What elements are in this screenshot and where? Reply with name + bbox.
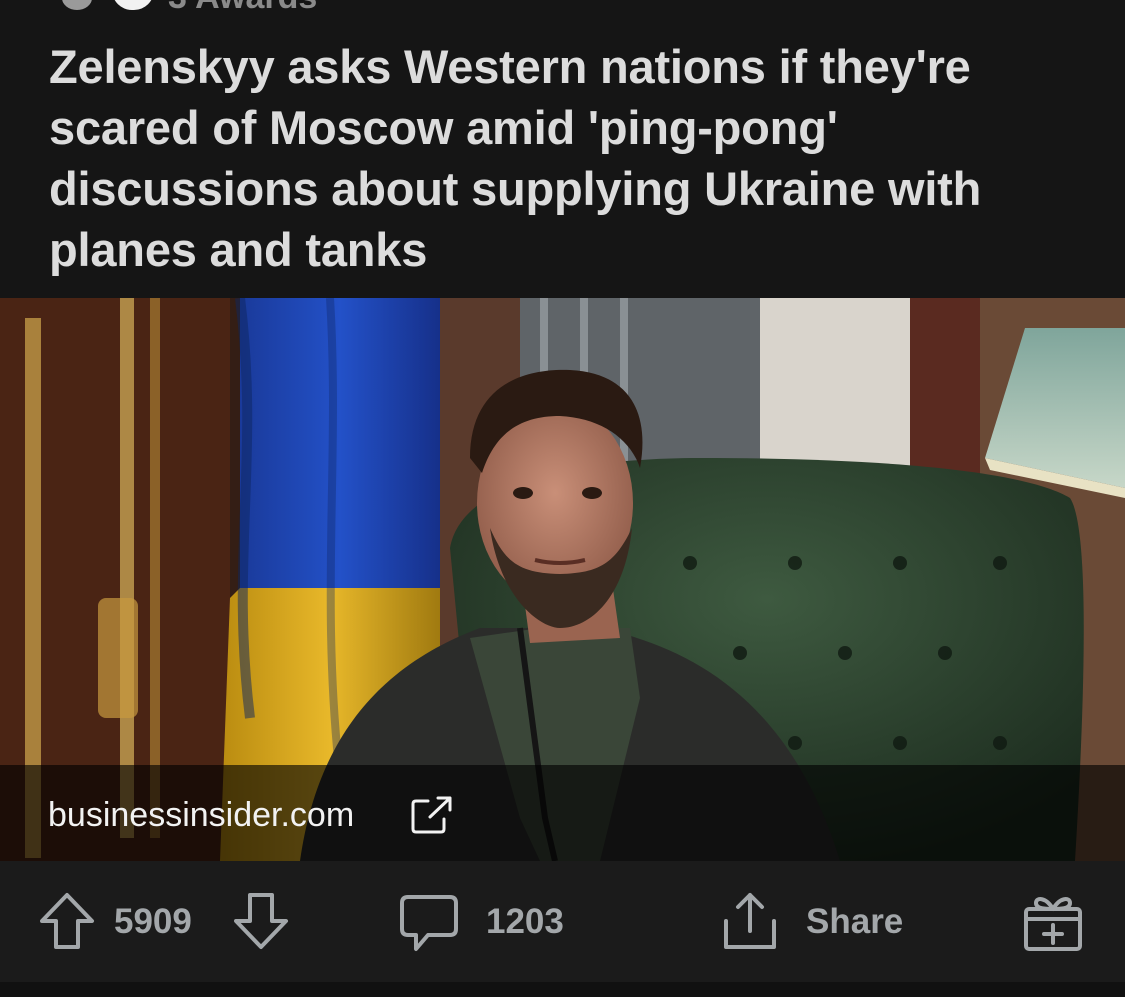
- bottom-divider: [0, 982, 1125, 997]
- external-link-icon[interactable]: [410, 795, 454, 835]
- gift-icon[interactable]: [1022, 891, 1084, 953]
- award-icon: [62, 0, 92, 10]
- vote-score: 5909: [114, 902, 192, 941]
- arrow-up-icon[interactable]: [38, 891, 96, 951]
- share-label[interactable]: Share: [806, 902, 903, 942]
- award-icon: [112, 0, 154, 10]
- post-title[interactable]: Zelenskyy asks Western nations if they'r…: [49, 36, 1089, 280]
- share-icon[interactable]: [720, 891, 780, 953]
- awards-label: 3 Awards: [168, 0, 317, 14]
- link-domain[interactable]: businessinsider.com: [48, 796, 354, 835]
- comment-bubble-icon[interactable]: [398, 893, 460, 953]
- arrow-down-icon[interactable]: [232, 891, 290, 951]
- comment-count[interactable]: 1203: [486, 902, 564, 942]
- post-action-bar: 5909 1203 Share: [0, 861, 1125, 997]
- awards-row: 3 Awards: [0, 0, 1125, 14]
